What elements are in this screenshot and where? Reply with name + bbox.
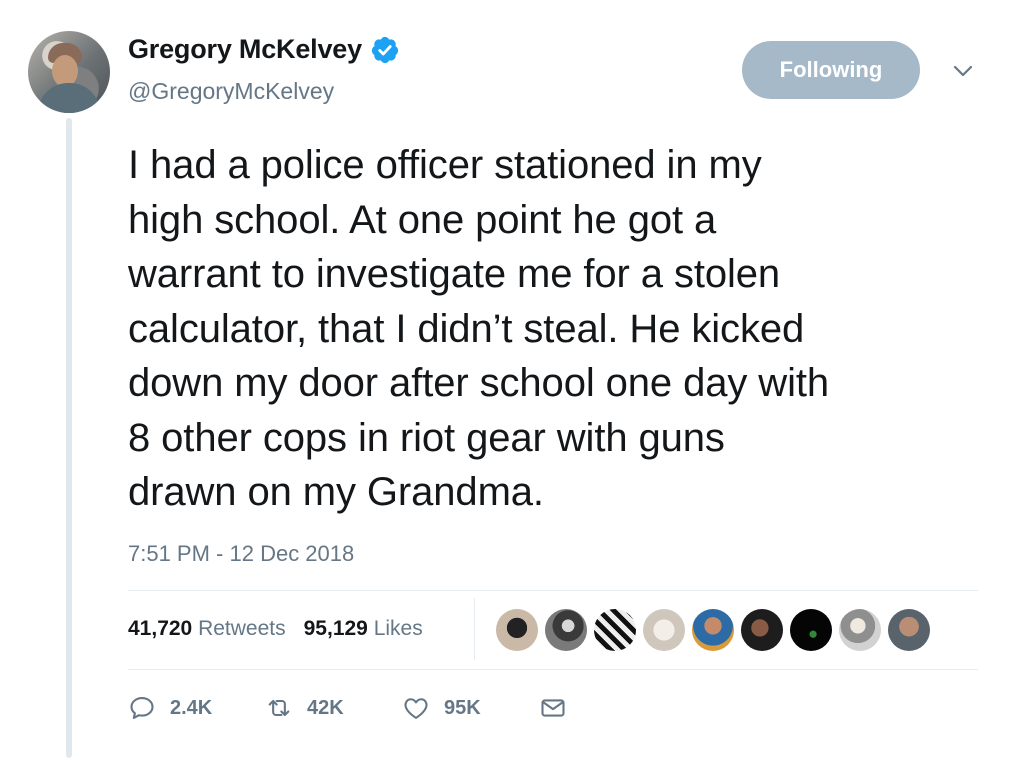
like-count: 95K [444,696,481,719]
retweets-stat[interactable]: 41,720 Retweets [128,617,286,641]
author-handle[interactable]: @GregoryMcKelvey [128,78,334,105]
reply-action[interactable]: 2.4K [128,694,265,722]
liker-avatar[interactable] [790,609,832,651]
liker-avatar[interactable] [594,609,636,651]
likes-label: Likes [373,617,423,640]
author-display-name[interactable]: Gregory McKelvey [128,34,362,65]
retweets-label: Retweets [198,617,286,640]
direct-message-action[interactable] [539,694,581,722]
divider-top [128,590,978,591]
divider-bottom [128,669,978,670]
liker-avatar[interactable] [741,609,783,651]
liker-avatar[interactable] [888,609,930,651]
author-avatar[interactable] [28,31,110,113]
like-icon [404,698,428,719]
liker-avatar[interactable] [692,609,734,651]
retweet-action[interactable]: 42K [265,694,402,722]
liker-avatar[interactable] [496,609,538,651]
reply-count: 2.4K [170,696,213,719]
chevron-down-icon[interactable] [950,62,976,80]
likes-count: 95,129 [303,617,368,640]
stats-separator [474,598,475,660]
liker-avatar[interactable] [545,609,587,651]
tweet-actions: 2.4K 42K 95K [128,694,581,722]
author-name-row: Gregory McKelvey [128,34,400,65]
tweet-text: I had a police officer stationed in my h… [128,143,830,514]
retweet-icon [268,699,290,717]
avatar-body [38,83,100,113]
engagement-stats: 41,720 Retweets 95,129 Likes [128,617,423,641]
like-action[interactable]: 95K [402,694,539,722]
liker-avatar[interactable] [643,609,685,651]
retweets-count: 41,720 [128,617,193,640]
tweet-timestamp[interactable]: 7:51 PM - 12 Dec 2018 [128,541,354,567]
retweet-count: 42K [307,696,344,719]
direct-message-icon [541,699,565,717]
reply-icon [130,697,154,719]
thread-line [66,118,72,758]
likes-stat[interactable]: 95,129 Likes [304,617,423,641]
liker-avatar[interactable] [839,609,881,651]
following-button[interactable]: Following [742,41,920,99]
verified-badge-icon [370,35,400,65]
